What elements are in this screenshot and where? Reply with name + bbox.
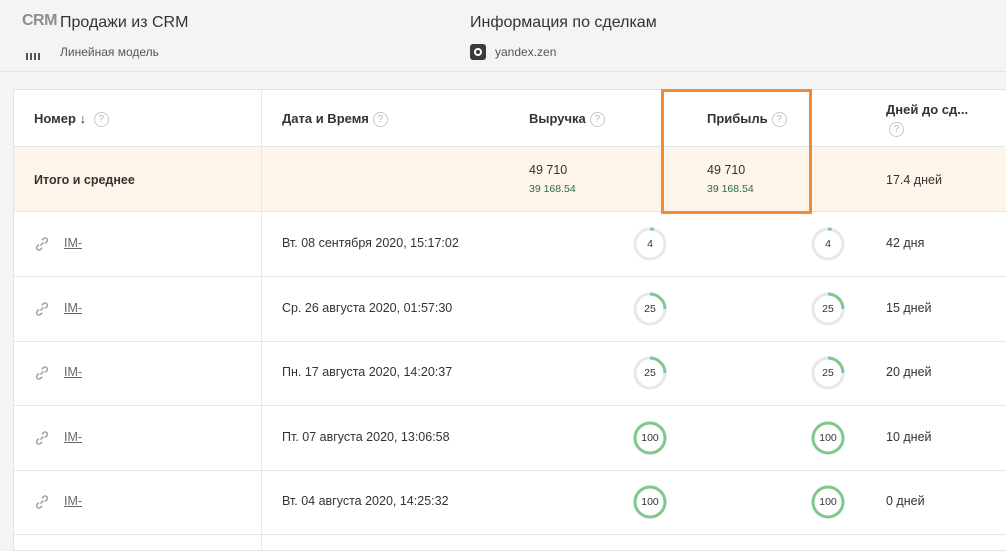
revenue-progress-ring: 100 xyxy=(632,420,668,456)
profit-progress-ring: 4 xyxy=(810,226,846,262)
profit-progress-ring: 100 xyxy=(810,420,846,456)
attribution-model-label[interactable]: Линейная модель xyxy=(60,45,159,59)
days-to-deal: 10 дней xyxy=(886,430,932,444)
deal-datetime: Вт. 08 сентября 2020, 15:17:02 xyxy=(282,236,459,250)
table-header-row: Номер ↓ ? Дата и Время? Выручка? Прибыль… xyxy=(14,90,1006,147)
profit-progress-ring: 25 xyxy=(810,291,846,327)
totals-profit-sub: 39 168.54 xyxy=(707,183,754,195)
source-title: Продажи из CRM xyxy=(60,14,189,31)
link-icon[interactable] xyxy=(34,236,50,252)
bar-model-icon xyxy=(26,50,44,60)
column-header-revenue[interactable]: Выручка? xyxy=(529,111,605,127)
deal-id-link[interactable]: IM- xyxy=(64,430,82,444)
deals-table: Номер ↓ ? Дата и Время? Выручка? Прибыль… xyxy=(13,89,1006,551)
deal-id-link[interactable]: IM- xyxy=(64,236,82,250)
days-to-deal: 42 дня xyxy=(886,236,925,250)
table-row: IM- Пн. 17 августа 2020, 14:20:37 25 25 20 д… xyxy=(14,341,1006,406)
days-to-deal: 15 дней xyxy=(886,301,932,315)
yandex-zen-icon xyxy=(470,44,486,60)
column-header-number[interactable]: Номер ↓ ? xyxy=(34,111,109,127)
help-icon[interactable]: ? xyxy=(589,112,605,127)
help-icon[interactable]: ? xyxy=(889,122,904,137)
help-icon[interactable]: ? xyxy=(771,112,787,127)
link-icon[interactable] xyxy=(34,494,50,510)
deal-id-link[interactable]: IM- xyxy=(64,301,82,315)
column-header-profit[interactable]: Прибыль? xyxy=(707,111,787,127)
totals-label: Итого и среднее xyxy=(34,173,135,187)
days-to-deal: 20 дней xyxy=(886,365,932,379)
deal-datetime: Пт. 07 августа 2020, 13:06:58 xyxy=(282,430,450,444)
deal-id-link[interactable]: IM- xyxy=(64,494,82,508)
revenue-progress-ring: 25 xyxy=(632,355,668,391)
table-row: IM- Пт. 07 августа 2020, 13:06:58 100 100 10… xyxy=(14,406,1006,471)
column-header-days[interactable]: Дней до сд... ? xyxy=(886,102,968,137)
table-row: IM- Вт. 08 сентября 2020, 15:17:02 4 4 42 дн… xyxy=(14,212,1006,277)
totals-revenue: 49 710 xyxy=(529,163,568,177)
table-row: IM- Вт. 04 августа 2020, 14:25:32 100 100 0 … xyxy=(14,470,1006,535)
help-icon[interactable]: ? xyxy=(93,112,109,127)
days-to-deal: 0 дней xyxy=(886,494,925,508)
source-label[interactable]: yandex.zen xyxy=(495,45,556,59)
deal-datetime: Вт. 04 августа 2020, 14:25:32 xyxy=(282,494,449,508)
deal-id-link[interactable]: IM- xyxy=(64,365,82,379)
totals-row: Итого и среднее 49 710 39 168.54 49 710 … xyxy=(14,147,1006,212)
profit-progress-ring: 25 xyxy=(810,355,846,391)
totals-profit: 49 710 xyxy=(707,163,746,177)
info-title: Информация по сделкам xyxy=(470,14,657,31)
revenue-progress-ring: 100 xyxy=(632,484,668,520)
revenue-progress-ring: 4 xyxy=(632,226,668,262)
link-icon[interactable] xyxy=(34,430,50,446)
table-row: IM- Ср. 26 августа 2020, 01:57:30 25 25 15 д… xyxy=(14,277,1006,342)
totals-days: 17.4 дней xyxy=(886,173,942,187)
link-icon[interactable] xyxy=(34,365,50,381)
profit-progress-ring: 100 xyxy=(810,484,846,520)
revenue-progress-ring: 25 xyxy=(632,291,668,327)
top-bar: CRM Продажи из CRM Линейная модель Инфор… xyxy=(0,0,1006,72)
totals-revenue-sub: 39 168.54 xyxy=(529,183,576,195)
crm-logo: CRM xyxy=(22,12,57,29)
link-icon[interactable] xyxy=(34,301,50,317)
column-header-datetime[interactable]: Дата и Время? xyxy=(282,111,388,127)
deal-datetime: Пн. 17 августа 2020, 14:20:37 xyxy=(282,365,453,379)
sort-down-arrow-icon[interactable]: ↓ xyxy=(80,111,87,126)
deal-datetime: Ср. 26 августа 2020, 01:57:30 xyxy=(282,301,453,315)
help-icon[interactable]: ? xyxy=(372,112,388,127)
